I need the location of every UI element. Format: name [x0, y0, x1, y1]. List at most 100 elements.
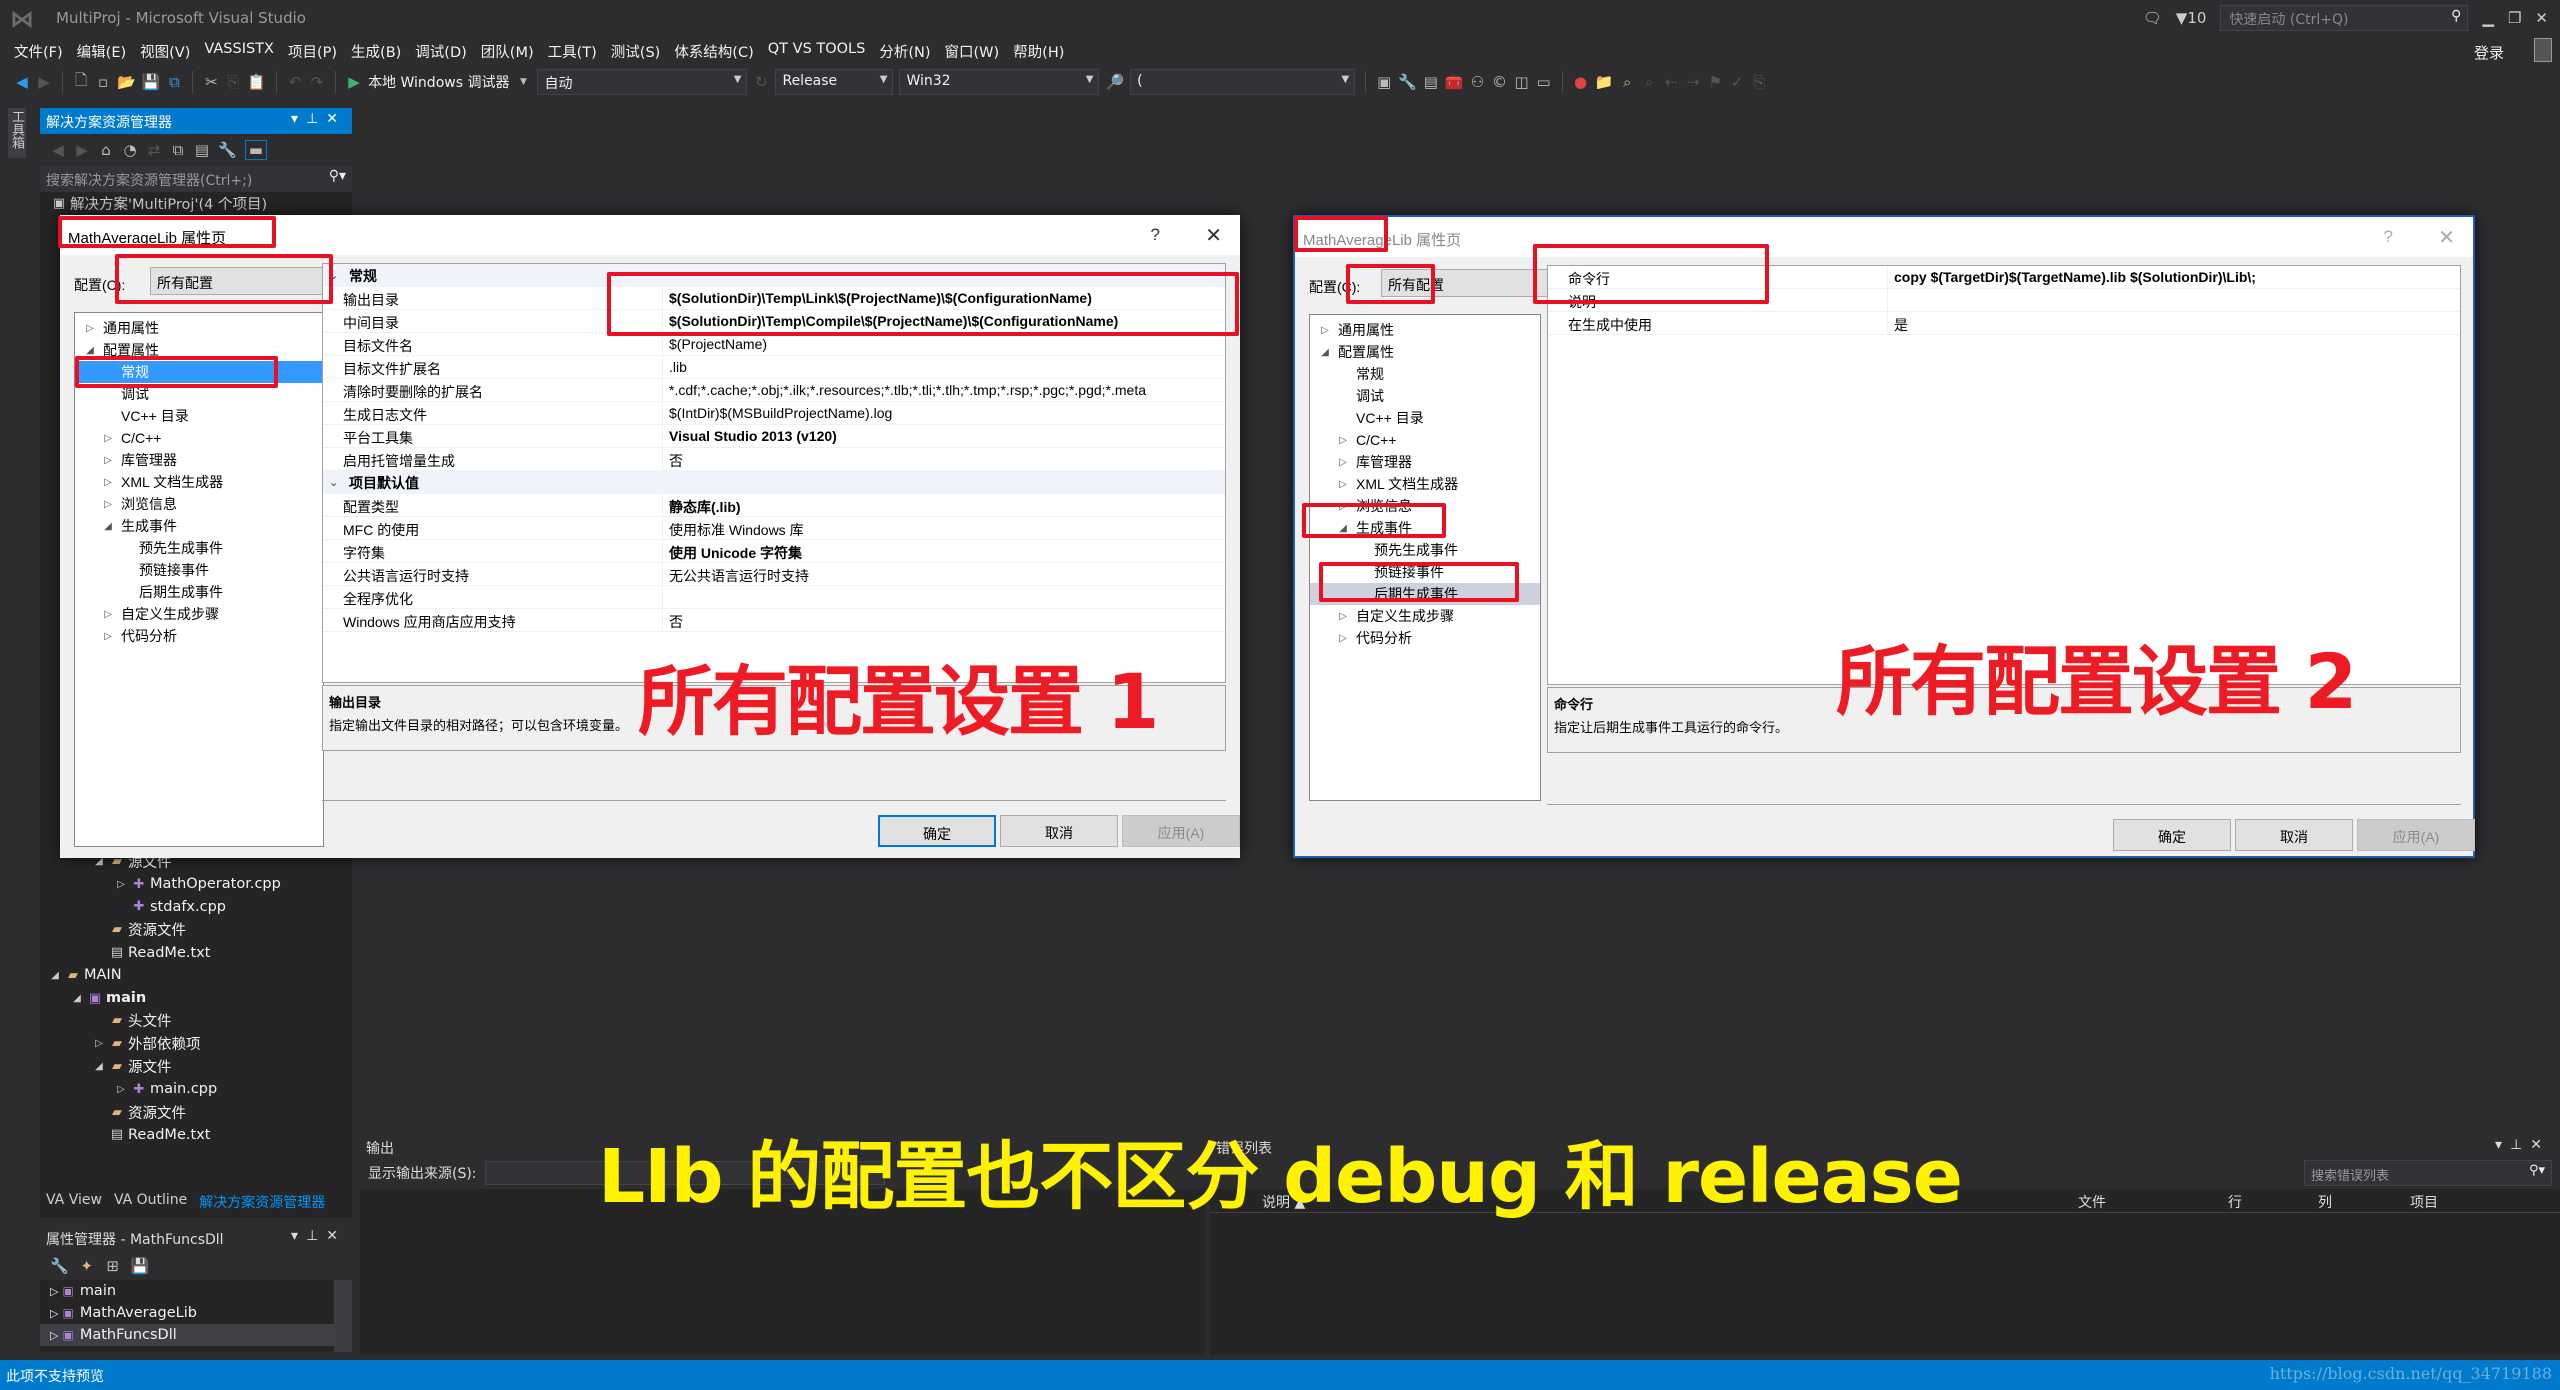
column-column[interactable]: 列 [2318, 1192, 2332, 1212]
team-explorer-icon[interactable]: ⚇ [1470, 73, 1486, 91]
property-manager-item[interactable]: ▷ ▣ MathFuncsDll [40, 1324, 352, 1346]
expand-toggle-icon[interactable]: ▷ [1336, 479, 1350, 490]
expand-toggle-icon[interactable]: ◢ [101, 521, 115, 532]
nav-item[interactable]: VC++ 目录 [1310, 407, 1540, 429]
expand-toggle-icon[interactable]: ▷ [114, 1084, 128, 1095]
property-value[interactable]: *.cdf;*.cache;*.obj;*.ilk;*.resources;*.… [663, 379, 1225, 401]
expand-toggle-icon[interactable]: ▷ [1336, 611, 1350, 622]
properties-wrench-icon[interactable]: 🔧 [1398, 73, 1417, 91]
pending-changes-filter-icon[interactable]: ◔ [122, 141, 138, 159]
menu-edit[interactable]: 编辑(E) [73, 38, 136, 64]
property-value[interactable]: 使用 Unicode 字符集 [663, 540, 1225, 562]
tree-item[interactable]: ▷ ▰ 外部依赖项 [40, 1032, 352, 1055]
expand-toggle-icon[interactable]: ▷ [114, 879, 128, 890]
property-row[interactable]: 说明 [1548, 289, 2460, 312]
tree-item[interactable]: ▷ ✚ main.cpp [40, 1078, 352, 1101]
solution-node[interactable]: ▣ 解决方案'MultiProj'(4 个项目) [40, 192, 352, 215]
nav-item[interactable]: 预链接事件 [75, 559, 323, 581]
minimize-button[interactable]: ▁ [2482, 9, 2494, 27]
expand-toggle-icon[interactable]: ▷ [101, 477, 115, 488]
visual-assist-icon[interactable]: ● [1573, 73, 1589, 91]
expand-toggle-icon[interactable]: ▷ [101, 499, 115, 510]
expand-toggle-icon[interactable]: ◢ [1336, 523, 1350, 534]
nav-item[interactable]: ◢ 生成事件 [75, 515, 323, 537]
property-row[interactable]: 清除时要删除的扩展名 *.cdf;*.cache;*.obj;*.ilk;*.re… [323, 379, 1225, 402]
expand-toggle-icon[interactable]: ◢ [1318, 347, 1332, 358]
property-value[interactable]: 使用标准 Windows 库 [663, 517, 1225, 539]
property-value[interactable]: $(IntDir)$(MSBuildProjectName).log [663, 402, 1225, 424]
column-line[interactable]: 行 [2228, 1192, 2242, 1212]
nav-item[interactable]: ▷ 浏览信息 [1310, 495, 1540, 517]
expand-toggle-icon[interactable]: ▷ [1318, 325, 1332, 336]
paste-icon[interactable]: 📋 [247, 73, 266, 91]
property-row[interactable]: 启用托管增量生成否 [323, 448, 1225, 471]
help-button[interactable]: ? [1151, 225, 1160, 245]
error-search-input[interactable]: 搜索错误列表 ⚲▾ [2304, 1160, 2552, 1186]
home-icon[interactable]: ⌂ [98, 141, 114, 159]
apply-button[interactable]: 应用(A) [2357, 819, 2475, 851]
dropdown-icon[interactable]: ▾ [291, 111, 306, 127]
object-browser-icon[interactable]: ▤ [1423, 73, 1439, 91]
close-window-button[interactable]: ✕ [2535, 9, 2548, 27]
nav-item[interactable]: ▷ 库管理器 [1310, 451, 1540, 473]
find-combo[interactable]: (▼ [1130, 69, 1356, 95]
open-file-icon[interactable]: 📂 [117, 73, 136, 91]
menu-window[interactable]: 窗口(W) [941, 38, 1010, 64]
expand-toggle-icon[interactable]: ▷ [50, 1329, 58, 1342]
menu-architecture[interactable]: 体系结构(C) [670, 38, 763, 64]
expand-toggle-icon[interactable]: ▷ [101, 455, 115, 466]
expand-toggle-icon[interactable]: ▷ [101, 609, 115, 620]
collapse-all-icon[interactable]: ⧉ [170, 141, 186, 159]
property-row[interactable]: 平台工具集 Visual Studio 2013 (v120) [323, 425, 1225, 448]
property-row[interactable]: 输出目录 $(SolutionDir)\Temp\Link\$(ProjectNa… [323, 287, 1225, 310]
expand-toggle-icon[interactable]: ▷ [50, 1307, 58, 1320]
nav-item[interactable]: 调试 [1310, 385, 1540, 407]
property-row[interactable]: MFC 的使用 使用标准 Windows 库 [323, 517, 1225, 540]
menu-team[interactable]: 团队(M) [477, 38, 544, 64]
nav-item[interactable]: ▷ XML 文档生成器 [1310, 473, 1540, 495]
feedback-icon[interactable]: 🗨 [2143, 9, 2162, 27]
find-references-icon[interactable]: ⌕ [1641, 73, 1657, 91]
apply-button[interactable]: 应用(A) [1122, 815, 1240, 847]
restore-button[interactable]: ❐ [2508, 9, 2521, 27]
property-value[interactable]: 静态库(.lib) [663, 494, 1225, 516]
nav-item[interactable]: 常规 [1310, 363, 1540, 385]
tree-item[interactable]: ◢ ▰ 源文件 [40, 1055, 352, 1078]
find-in-files-icon[interactable]: 🔎 [1105, 73, 1124, 91]
refresh-icon[interactable]: ↻ [753, 73, 769, 91]
dropdown-icon[interactable]: ▾ [291, 1228, 306, 1244]
chevron-down-icon[interactable]: ⌄ [329, 269, 343, 282]
menu-view[interactable]: 视图(V) [136, 38, 200, 64]
go-back-icon[interactable]: ⇠ [1663, 73, 1679, 91]
property-manager-item[interactable]: ▷ ▣ MathAverageLib [40, 1302, 352, 1324]
cancel-button[interactable]: 取消 [2235, 819, 2353, 851]
pin-icon[interactable]: ⊥ [2510, 1137, 2530, 1153]
tree-item[interactable]: ▤ ReadMe.txt [40, 941, 352, 964]
nav-item[interactable]: ▷ C/C++ [75, 427, 323, 449]
nav-item[interactable]: ▷ C/C++ [1310, 429, 1540, 451]
cut-icon[interactable]: ✂ [203, 73, 219, 91]
expand-toggle-icon[interactable]: ▷ [1336, 435, 1350, 446]
close-icon[interactable]: ✕ [2530, 1137, 2550, 1153]
command-window-icon[interactable]: ▭ [1536, 73, 1552, 91]
tree-item[interactable]: ▰ 头文件 [40, 1010, 352, 1033]
menu-analyze[interactable]: 分析(N) [875, 38, 940, 64]
nav-item[interactable]: 预先生成事件 [1310, 539, 1540, 561]
help-button[interactable]: ? [2384, 227, 2393, 247]
menu-debug[interactable]: 调试(D) [411, 38, 476, 64]
navigate-forward-icon[interactable]: ▶ [36, 73, 52, 91]
close-icon[interactable]: ✕ [326, 111, 346, 127]
tab-solution-explorer[interactable]: 解决方案资源管理器 [199, 1192, 325, 1216]
back-icon[interactable]: ◀ [50, 141, 66, 159]
tree-item[interactable]: ◢ ▣ main [40, 987, 352, 1010]
nav-item[interactable]: ▷ 自定义生成步骤 [75, 603, 323, 625]
property-row[interactable]: 目标文件扩展名 .lib [323, 356, 1225, 379]
tab-va-outline[interactable]: VA Outline [114, 1192, 187, 1216]
new-project-icon[interactable]: 🗋 [73, 70, 89, 95]
solution-config-auto-combo[interactable]: 自动 ▼ [537, 69, 748, 95]
start-debugger-button[interactable]: 本地 Windows 调试器 [368, 72, 509, 92]
navigate-back-icon[interactable]: ◀ [14, 73, 30, 91]
property-row[interactable]: 配置类型 静态库(.lib) [323, 494, 1225, 517]
property-row[interactable]: 字符集 使用 Unicode 字符集 [323, 540, 1225, 563]
ok-button[interactable]: 确定 [878, 815, 996, 847]
